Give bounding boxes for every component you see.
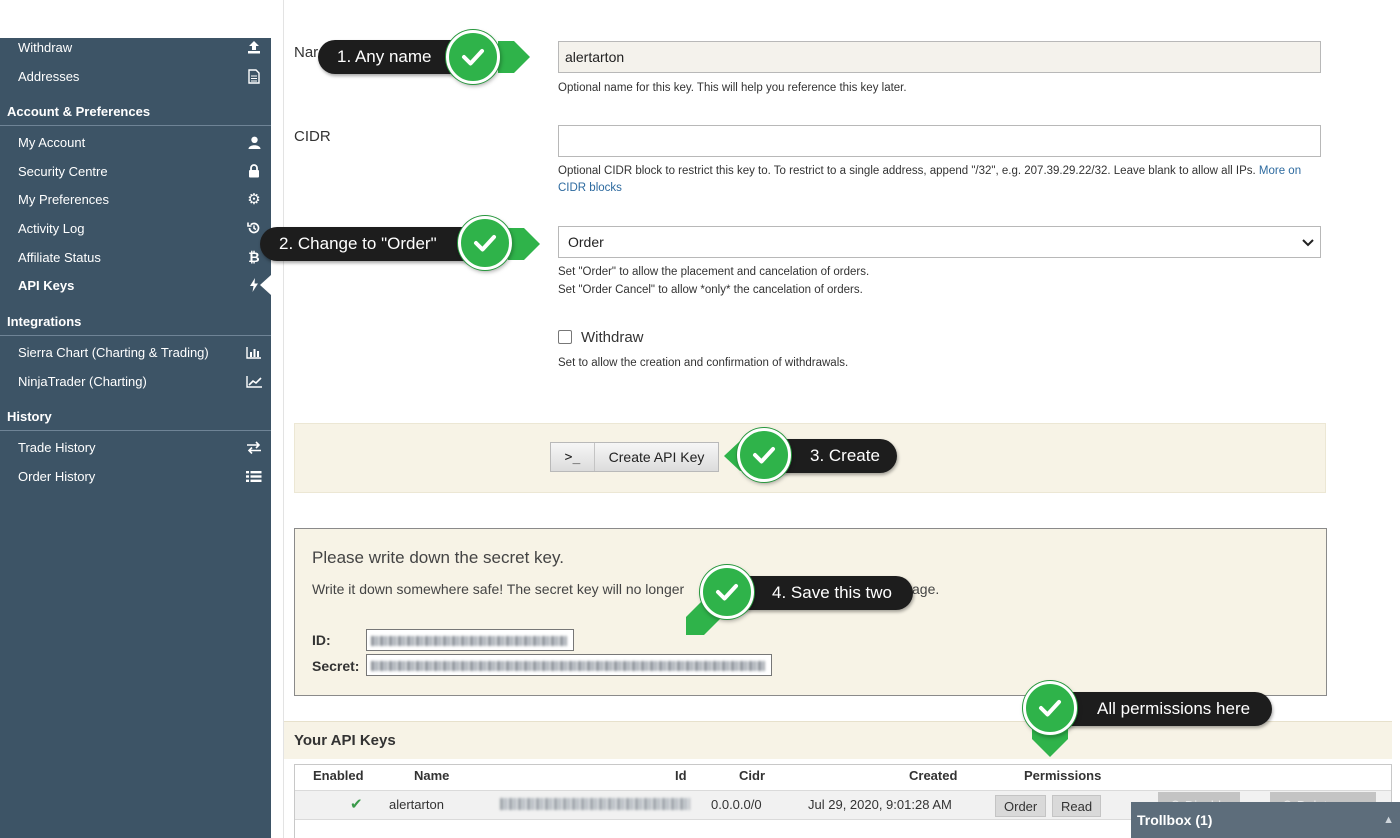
- sidebar: Withdraw Addresses Account & Preferences…: [0, 38, 271, 838]
- key-id-cell: [500, 798, 690, 810]
- withdraw-checkbox[interactable]: [558, 330, 572, 344]
- permission-help-1: Set "Order" to allow the placement and c…: [558, 266, 870, 278]
- column-header-permissions: Permissions: [1024, 768, 1102, 783]
- callout-step-4: 4. Save this two: [727, 576, 913, 610]
- cidr-help-body: Optional CIDR block to restrict this key…: [558, 165, 1256, 177]
- column-header-id: Id: [675, 768, 687, 783]
- document-icon: [237, 68, 271, 84]
- sidebar-item-label: Order History: [18, 468, 96, 484]
- chevron-down-icon: [1302, 234, 1314, 250]
- sidebar-item-affiliate-status[interactable]: Affiliate Status ₿: [0, 243, 271, 271]
- key-created-cell: Jul 29, 2020, 9:01:28 AM: [808, 797, 952, 812]
- callout-step-4-text: 4. Save this two: [772, 583, 893, 602]
- permission-select[interactable]: Order: [558, 226, 1321, 258]
- sidebar-item-label: Security Centre: [18, 163, 108, 179]
- callout-step-5-text: All permissions here: [1097, 699, 1251, 718]
- callout-step-3-text: 3. Create: [810, 446, 880, 465]
- sidebar-item-label: My Preferences: [18, 191, 110, 207]
- check-icon: [700, 565, 754, 619]
- key-name-cell: alertarton: [389, 797, 444, 812]
- sidebar-item-label: Addresses: [18, 68, 80, 84]
- cidr-label: CIDR: [294, 128, 331, 145]
- cidr-input[interactable]: [558, 125, 1321, 157]
- sidebar-gutter: [271, 38, 283, 838]
- bar-chart-icon: [237, 346, 271, 359]
- column-header-created: Created: [909, 768, 958, 783]
- sidebar-item-label: Withdraw: [18, 39, 73, 55]
- check-icon: [446, 30, 500, 84]
- sidebar-item-security-centre[interactable]: Security Centre: [0, 157, 271, 185]
- secret-label: Secret:: [312, 658, 360, 674]
- sidebar-item-my-preferences[interactable]: My Preferences ⚙: [0, 185, 271, 213]
- terminal-icon: >_: [551, 443, 595, 471]
- secret-panel-title: Please write down the secret key.: [312, 548, 564, 567]
- trollbox-bar[interactable]: Trollbox (1) ▲: [1131, 802, 1400, 838]
- sidebar-item-label: Activity Log: [18, 220, 85, 236]
- callout-step-2-arrow: [508, 228, 540, 260]
- permission-select-value: Order: [568, 234, 604, 250]
- sidebar-item-ninjatrader[interactable]: NinjaTrader (Charting): [0, 367, 271, 395]
- content-divider: [283, 0, 284, 838]
- sidebar-item-label: Sierra Chart (Charting & Trading): [18, 344, 209, 360]
- enabled-check-icon[interactable]: ✔: [350, 795, 363, 813]
- sidebar-item-label: Affiliate Status: [18, 249, 101, 265]
- column-header-cidr: Cidr: [739, 768, 765, 783]
- permission-help-2: Set "Order Cancel" to allow *only* the c…: [558, 284, 863, 296]
- lock-icon: [237, 164, 271, 178]
- api-secret-field[interactable]: [366, 654, 772, 676]
- withdraw-label: Withdraw: [581, 329, 644, 346]
- permission-tag-read: Read: [1052, 795, 1102, 817]
- api-keys-header: Your API Keys: [284, 721, 1392, 759]
- sidebar-item-api-keys[interactable]: API Keys: [0, 271, 271, 299]
- sidebar-section-integrations: Integrations: [0, 306, 271, 336]
- sidebar-item-activity-log[interactable]: Activity Log: [0, 214, 271, 242]
- callout-step-1-text: 1. Any name: [337, 47, 432, 66]
- create-api-key-button[interactable]: >_ Create API Key: [550, 442, 719, 472]
- api-id-field[interactable]: [366, 629, 574, 651]
- sidebar-item-sierra-chart[interactable]: Sierra Chart (Charting & Trading): [0, 338, 271, 366]
- id-label: ID:: [312, 632, 331, 648]
- check-icon: [458, 216, 512, 270]
- key-cidr-cell: 0.0.0.0/0: [711, 797, 762, 812]
- sidebar-section-history: History: [0, 401, 271, 431]
- name-help-text: Optional name for this key. This will he…: [558, 82, 907, 94]
- chevron-up-icon: ▲: [1383, 814, 1394, 826]
- check-icon: [1023, 681, 1077, 735]
- sidebar-item-addresses[interactable]: Addresses: [0, 62, 271, 90]
- callout-step-2-text: 2. Change to "Order": [279, 234, 437, 253]
- name-input[interactable]: alertarton: [558, 41, 1321, 73]
- sidebar-item-label: My Account: [18, 134, 86, 150]
- sidebar-item-label: NinjaTrader (Charting): [18, 373, 147, 389]
- sidebar-item-my-account[interactable]: My Account: [0, 128, 271, 156]
- callout-step-1-arrow: [498, 41, 530, 73]
- sidebar-section-account: Account & Preferences: [0, 96, 271, 126]
- callout-step-5: All permissions here: [1052, 692, 1272, 726]
- sidebar-item-withdraw[interactable]: Withdraw: [0, 33, 271, 61]
- sidebar-item-label: API Keys: [18, 277, 75, 293]
- sidebar-item-label: Trade History: [18, 439, 96, 455]
- active-indicator: [260, 275, 271, 295]
- check-icon: [737, 428, 791, 482]
- withdraw-help-text: Set to allow the creation and confirmati…: [558, 357, 849, 369]
- gear-icon: ⚙: [247, 191, 261, 208]
- name-label: Nar: [294, 44, 319, 61]
- cidr-help-text: Optional CIDR block to restrict this key…: [558, 163, 1318, 197]
- secret-panel-note-end: age.: [912, 581, 940, 597]
- exchange-icon: [237, 440, 271, 454]
- line-chart-icon: [237, 375, 271, 388]
- create-api-key-label: Create API Key: [608, 449, 705, 465]
- list-icon: [237, 470, 271, 483]
- secret-panel-note: Write it down somewhere safe! The secret…: [312, 581, 685, 597]
- column-header-enabled: Enabled: [313, 768, 364, 783]
- column-header-name: Name: [414, 768, 450, 783]
- user-icon: [237, 136, 271, 149]
- trollbox-label: Trollbox (1): [1137, 812, 1213, 828]
- sidebar-item-order-history[interactable]: Order History: [0, 462, 271, 490]
- sidebar-item-trade-history[interactable]: Trade History: [0, 433, 271, 461]
- permission-tag-order: Order: [995, 795, 1047, 817]
- upload-icon: [237, 40, 271, 54]
- callout-step-2: 2. Change to "Order": [260, 227, 482, 261]
